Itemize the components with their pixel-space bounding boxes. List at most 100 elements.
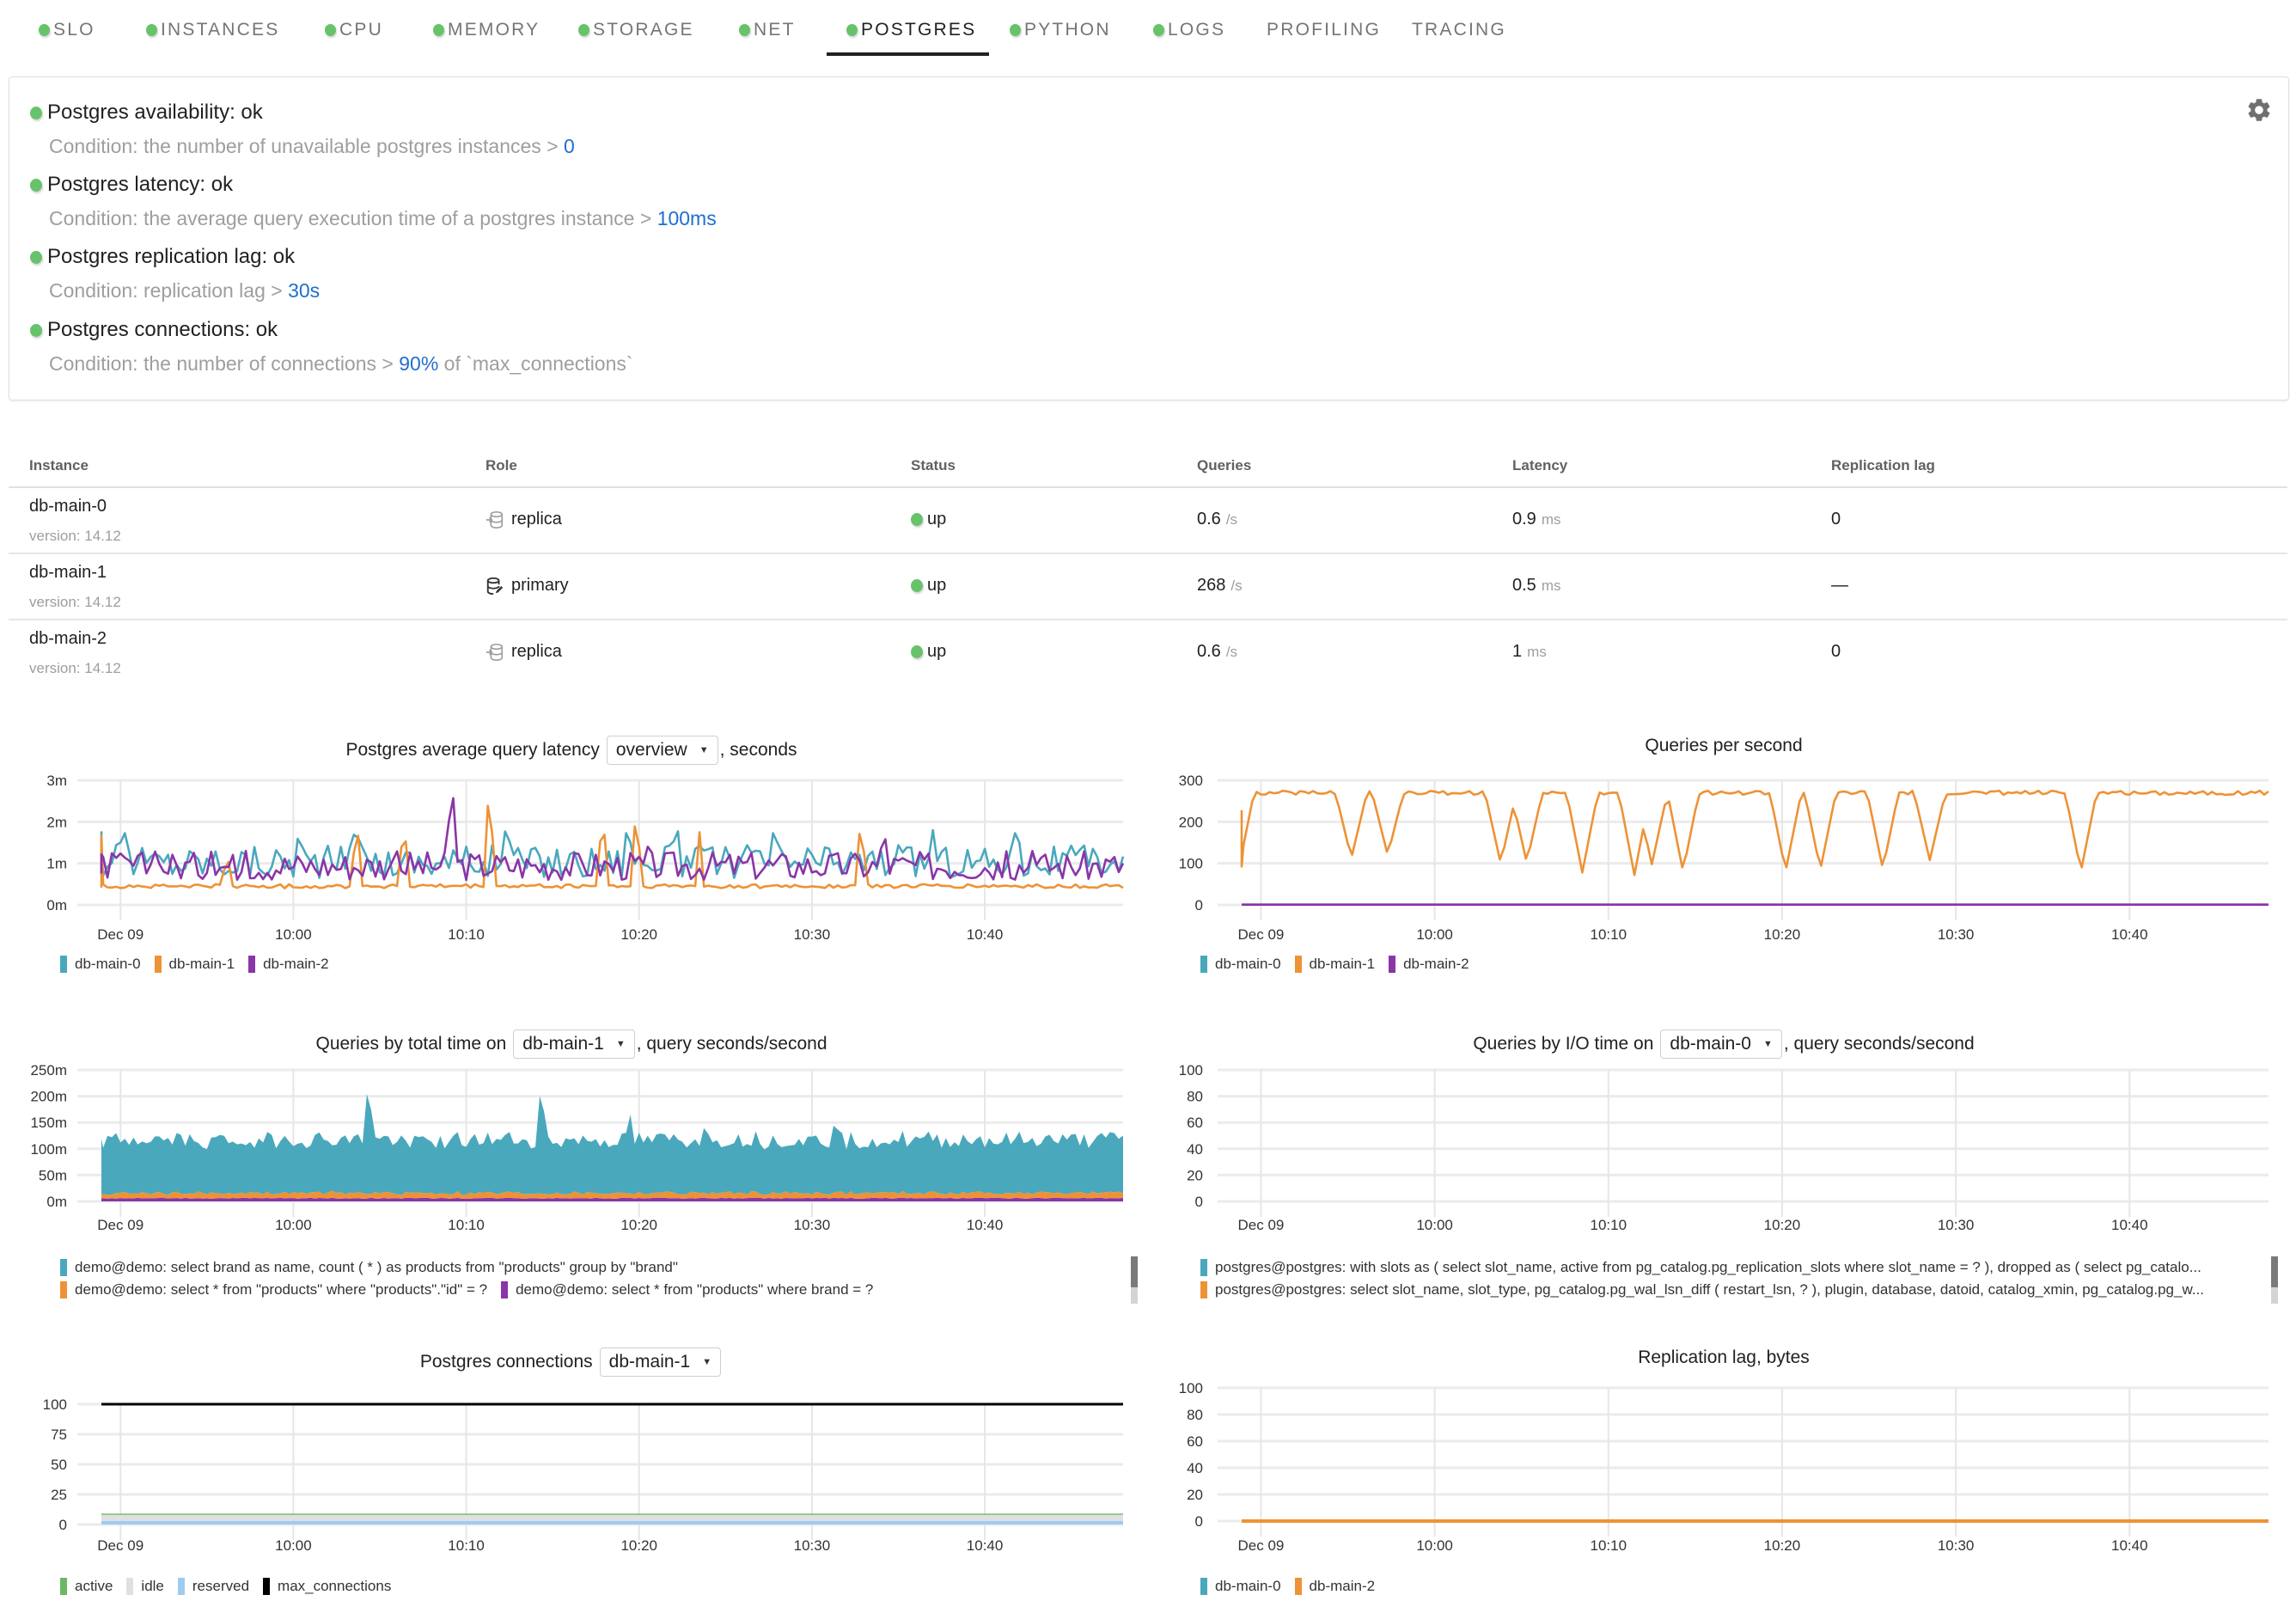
x-tick-label: 10:10	[1590, 926, 1627, 943]
legend-item[interactable]: postgres@postgres: select slot_name, slo…	[1200, 1281, 2204, 1298]
replica-db-icon	[485, 510, 504, 529]
legend-label: db-main-0	[1215, 956, 1281, 972]
table-row: db-main-0 version: 14.12 replica up 0.6/…	[9, 488, 2287, 554]
legend-item[interactable]: active	[60, 1578, 113, 1595]
tab-memory[interactable]: MEMORY	[433, 19, 540, 41]
legend-label: demo@demo: select * from "products" wher…	[516, 1281, 874, 1298]
legend-row: postgres@postgres: with slots as ( selec…	[1200, 1256, 2279, 1279]
tab-label: LOGS	[1168, 20, 1226, 40]
legend-item[interactable]: idle	[126, 1578, 164, 1595]
instance-name[interactable]: db-main-1	[29, 563, 107, 583]
status-ok-icon	[739, 24, 750, 36]
instance-status: up	[927, 576, 947, 595]
chart-plot: 0m 50m 100m 150m 200m 250m Dec 09 10:00 10:10 10:…	[30, 1062, 1123, 1233]
instance-queries: 268	[1197, 576, 1226, 595]
x-tick-label: 10:20	[620, 1537, 657, 1554]
instance-name[interactable]: db-main-0	[29, 497, 107, 516]
tab-storage[interactable]: STORAGE	[578, 19, 694, 41]
scrollbar-thumb[interactable]	[1131, 1256, 1138, 1287]
tab-slo[interactable]: SLO	[39, 19, 95, 41]
tab-cpu[interactable]: CPU	[325, 19, 383, 41]
chart-plot: 0 25 50 75 100 Dec 09 10:00 10:10 10:20 10:30 10:4…	[43, 1396, 1123, 1554]
instance-replication-lag: 0	[1831, 510, 1841, 529]
status-ok-icon	[578, 24, 589, 36]
threshold-link[interactable]: 0	[564, 135, 575, 157]
legend-item[interactable]: max_connections	[263, 1578, 391, 1595]
legend-item[interactable]: reserved	[177, 1578, 249, 1595]
chart-legend: db-main-0 db-main-1 db-main-2	[1200, 956, 2279, 977]
active-tab-indicator	[827, 52, 989, 56]
y-tick-label: 250m	[30, 1062, 67, 1078]
legend-item[interactable]: demo@demo: select brand as name, count (…	[60, 1259, 678, 1276]
threshold-link[interactable]: 30s	[288, 279, 320, 302]
column-header-instance[interactable]: Instance	[29, 457, 89, 474]
legend-swatch	[263, 1578, 271, 1595]
threshold-link[interactable]: 100ms	[657, 207, 717, 229]
chart-qps: Queries per second 0 100 200 300 Dec 09 10:00 1…	[1151, 722, 2296, 997]
latency-unit: ms	[1541, 510, 1561, 528]
column-header-queries[interactable]: Queries	[1197, 457, 1251, 474]
gear-icon[interactable]	[2245, 96, 2273, 124]
tab-label: POSTGRES	[861, 20, 977, 40]
column-header-status[interactable]: Status	[911, 457, 956, 474]
x-tick-label: 10:00	[1416, 1217, 1453, 1233]
status-ok-icon	[1010, 24, 1021, 36]
legend-item[interactable]: postgres@postgres: with slots as ( selec…	[1200, 1259, 2201, 1276]
legend-item[interactable]: db-main-0	[60, 956, 141, 973]
instance-queries: 0.6	[1197, 510, 1221, 529]
legend-swatch	[1389, 956, 1396, 973]
tab-instances[interactable]: INSTANCES	[146, 19, 279, 41]
legend-item[interactable]: db-main-0	[1200, 1578, 1281, 1595]
legend-swatch	[177, 1578, 185, 1595]
column-header-latency[interactable]: Latency	[1512, 457, 1567, 474]
legend-swatch	[501, 1281, 509, 1298]
instance-latency: 1	[1512, 642, 1523, 661]
tab-profiling[interactable]: PROFILING	[1267, 19, 1381, 41]
legend-item[interactable]: db-main-1	[1294, 956, 1375, 973]
column-header-role[interactable]: Role	[485, 457, 517, 474]
y-tick-label: 0	[1195, 1194, 1203, 1210]
y-tick-label: 200m	[30, 1089, 67, 1105]
column-header-replication-lag[interactable]: Replication lag	[1831, 457, 1935, 474]
instance-status: up	[927, 510, 947, 529]
legend-swatch	[1200, 1578, 1207, 1595]
table-row: db-main-1 version: 14.12 primary up 268/…	[9, 554, 2287, 620]
x-tick-label: 10:10	[448, 926, 485, 943]
legend-item[interactable]: db-main-2	[1389, 956, 1469, 973]
instance-version: version: 14.12	[29, 594, 121, 610]
y-tick-label: 50m	[39, 1167, 67, 1183]
x-tick-label: 10:20	[620, 926, 657, 943]
legend-label: active	[75, 1578, 113, 1594]
status-ok-icon	[433, 24, 444, 36]
x-tick-label: 10:10	[448, 1537, 485, 1554]
legend-item[interactable]: db-main-1	[154, 956, 235, 973]
tab-python[interactable]: PYTHON	[1010, 19, 1111, 41]
check-condition: Condition: the number of unavailable pos…	[49, 135, 565, 157]
x-tick-label: 10:40	[2111, 1217, 2148, 1233]
x-tick-label: 10:00	[1416, 1537, 1453, 1554]
tab-postgres[interactable]: POSTGRES	[846, 19, 976, 41]
instance-name[interactable]: db-main-2	[29, 629, 107, 649]
x-tick-label: 10:40	[967, 1537, 1004, 1554]
legend-item[interactable]: db-main-0	[1200, 956, 1281, 973]
y-tick-label: 60	[1187, 1115, 1203, 1131]
legend-swatch	[1200, 1281, 1207, 1298]
tab-tracing[interactable]: TRACING	[1412, 19, 1506, 41]
check-availability: Postgres availability: ok Condition: the…	[30, 101, 575, 158]
instance-queries: 0.6	[1197, 642, 1221, 661]
tab-logs[interactable]: LOGS	[1153, 19, 1225, 41]
legend-item[interactable]: demo@demo: select * from "products" wher…	[501, 1281, 873, 1298]
legend-swatch	[60, 1259, 67, 1276]
instance-replication-lag: —	[1831, 576, 1848, 595]
tab-label: TRACING	[1412, 20, 1506, 40]
legend-item[interactable]: db-main-2	[248, 956, 329, 973]
legend-item[interactable]: demo@demo: select * from "products" wher…	[60, 1281, 487, 1298]
threshold-link[interactable]: 90%	[399, 352, 438, 375]
legend-swatch	[154, 956, 162, 973]
legend-item[interactable]: db-main-2	[1294, 1578, 1375, 1595]
legend-label: db-main-2	[263, 956, 329, 972]
check-title: Postgres latency: ok	[47, 173, 234, 196]
y-tick-label: 0m	[46, 897, 67, 913]
tab-net[interactable]: NET	[739, 19, 796, 41]
legend-scrollbar[interactable]	[1131, 1256, 1138, 1304]
